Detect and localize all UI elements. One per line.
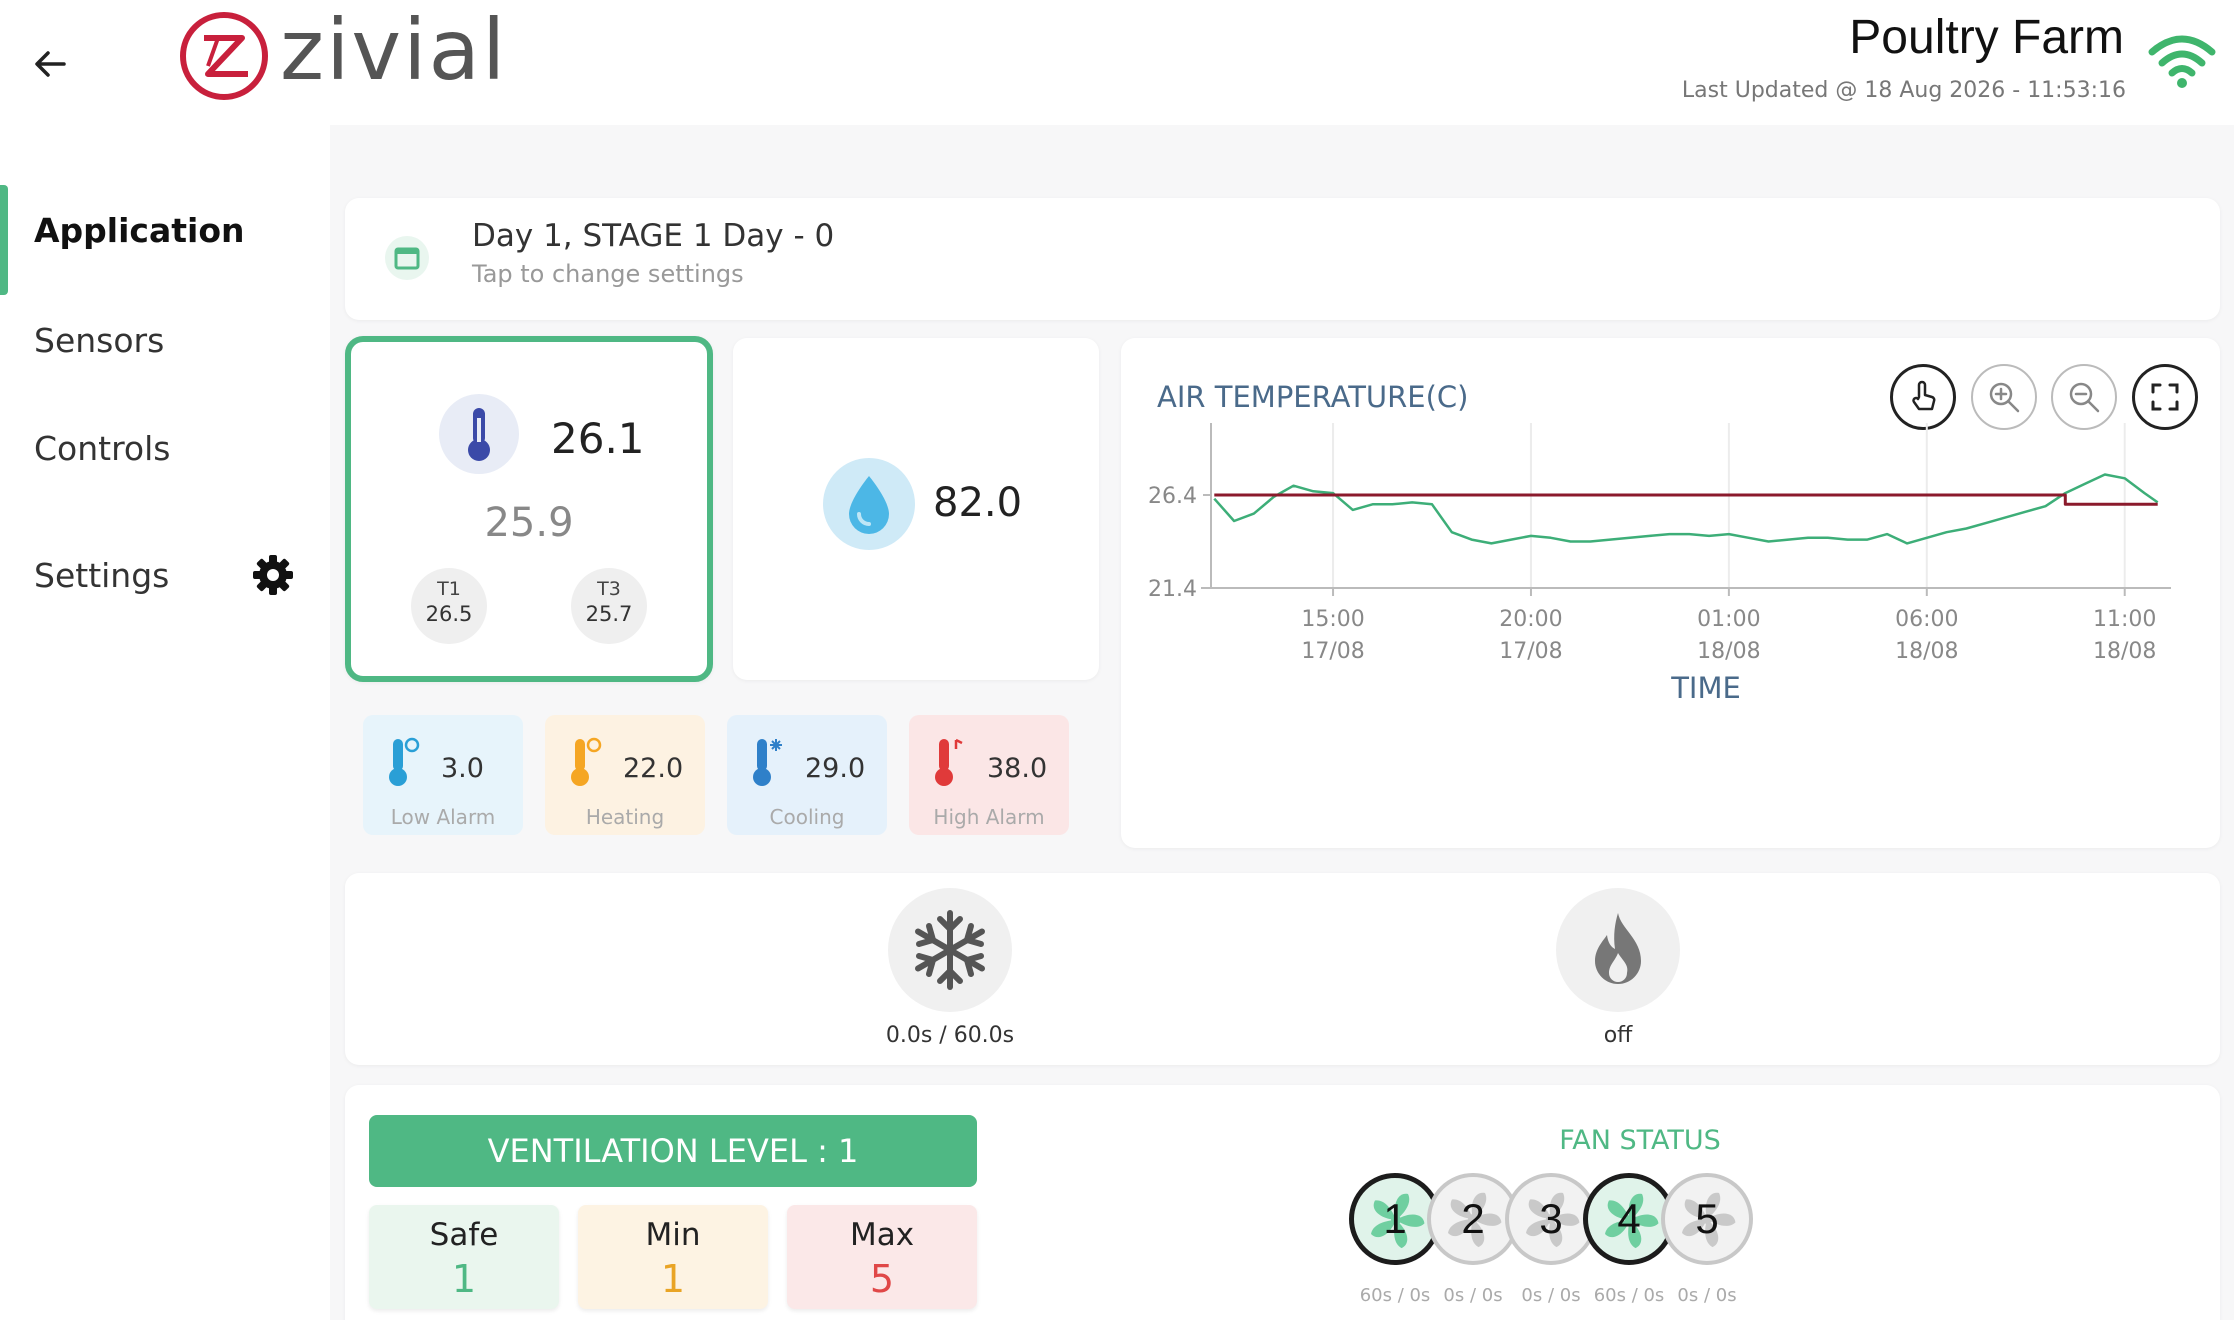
sidebar-item-controls[interactable]: Controls (0, 403, 330, 493)
air-temperature-chart: 15:00 17/08 20:00 17/08 01:00 18/08 06:00 18/08… (1148, 423, 2171, 705)
cooling-tile[interactable]: 29.0 Cooling (727, 715, 887, 835)
sidebar-item-application[interactable]: Application (0, 185, 330, 295)
sensor-label: T3 (597, 578, 621, 600)
sidebar-item-label: Sensors (34, 320, 165, 360)
x-tick-label-date: 18/08 (1697, 639, 1760, 664)
alarm-label: High Alarm (933, 805, 1045, 829)
fan-number: 2 (1461, 1195, 1485, 1242)
x-tick-label-time: 06:00 (1895, 607, 1958, 632)
x-tick-label-time: 11:00 (2093, 607, 2156, 632)
humidity-badge (823, 458, 915, 550)
last-updated-text: Last Updated @ 18 Aug 2026 - 11:53:16 (1681, 78, 2126, 103)
ventilation-min-box: Min 1 (578, 1205, 768, 1309)
gear-icon (253, 555, 293, 595)
thermometer-heat-icon (571, 737, 602, 786)
sidebar-item-sensors[interactable]: Sensors (0, 295, 330, 385)
app-header: zivial Poultry Farm Last Updated @ 18 Au… (0, 0, 2234, 125)
sidebar: Application Sensors Controls Settings (0, 125, 330, 1320)
y-tick-label: 21.4 (1148, 577, 1197, 602)
humidity-value: 82.0 (933, 480, 1023, 526)
wifi-icon (2148, 35, 2216, 88)
temperature-card[interactable]: 26.1 25.9 T1 26.5 T3 25.7 (345, 336, 713, 682)
ventilation-max-box: Max 5 (787, 1205, 977, 1309)
farm-name: Poultry Farm (1849, 11, 2124, 64)
x-tick-label-date: 18/08 (2093, 639, 2156, 664)
temperature-current: 26.1 (551, 414, 645, 463)
fan-status-title: FAN STATUS (1559, 1125, 1721, 1156)
snowflake-icon (915, 910, 985, 990)
sensor-value: 26.5 (425, 602, 473, 626)
x-tick-label-date: 17/08 (1499, 639, 1562, 664)
air-temperature-chart-card: AIR TEMPERATURE(C) 15:00 17/08 20:00 17/08 0… (1121, 338, 2220, 848)
arrow-left-icon (35, 51, 66, 77)
y-tick-label: 26.4 (1148, 484, 1197, 509)
alarm-value: 38.0 (987, 753, 1048, 784)
vent-level-label: Max (849, 1217, 915, 1253)
heating-status-label: off (1603, 1023, 1633, 1048)
flame-icon (1595, 913, 1641, 984)
brand-logo: zivial (152, 0, 547, 112)
cooling-device-button[interactable] (888, 888, 1012, 1012)
x-tick-label-time: 01:00 (1697, 607, 1760, 632)
alarm-label: Heating (585, 805, 665, 829)
humidity-card[interactable]: 82.0 (733, 338, 1099, 680)
stage-subtitle: Tap to change settings (472, 260, 744, 288)
sensor-chip-t1: T1 26.5 (411, 568, 487, 644)
fan-5-toggle[interactable]: 5 (1661, 1173, 1753, 1265)
cooling-timer-label: 0.0s / 60.0s (885, 1023, 1015, 1048)
x-tick-label-date: 17/08 (1301, 639, 1364, 664)
stage-settings-card[interactable]: Day 1, STAGE 1 Day - 0 Tap to change set… (345, 198, 2220, 320)
sensor-label: T1 (437, 578, 461, 600)
brand-wordmark: zivial (280, 1, 508, 99)
heating-cooling-card: 0.0s / 60.0s off (345, 873, 2220, 1065)
alarm-label: Cooling (769, 805, 845, 829)
heating-device-button[interactable] (1556, 888, 1680, 1012)
thermometer-badge (439, 394, 519, 474)
high-alarm-tile[interactable]: 38.0 High Alarm (909, 715, 1069, 835)
vent-level-value: 1 (660, 1257, 686, 1301)
alarm-value: 22.0 (623, 753, 684, 784)
ventilation-level-banner: VENTILATION LEVEL : 1 (369, 1115, 977, 1187)
sensor-value: 25.7 (585, 602, 633, 626)
x-tick-label-time: 15:00 (1301, 607, 1364, 632)
fan-number: 1 (1383, 1195, 1407, 1242)
series-line-setpoint (1214, 493, 2158, 506)
ventilation-card: VENTILATION LEVEL : 1 Safe 1 Min 1 Max 5… (345, 1085, 2220, 1320)
alarm-value: 3.0 (441, 753, 484, 784)
sidebar-item-label: Controls (34, 428, 171, 468)
sidebar-item-settings[interactable]: Settings (0, 530, 330, 620)
vent-level-value: 1 (451, 1257, 477, 1301)
thermometer-cool-icon (753, 739, 782, 786)
back-button[interactable] (22, 36, 78, 92)
ventilation-safe-box: Safe 1 (369, 1205, 559, 1309)
alarm-value: 29.0 (805, 753, 866, 784)
heating-tile[interactable]: 22.0 Heating (545, 715, 705, 835)
stage-title: Day 1, STAGE 1 Day - 0 (472, 218, 835, 254)
alarm-label: Low Alarm (390, 805, 496, 829)
temperature-average: 25.9 (484, 500, 574, 546)
sidebar-item-label: Settings (34, 555, 170, 595)
x-tick-label-date: 18/08 (1895, 639, 1958, 664)
sidebar-item-label: Application (34, 210, 245, 250)
fan-timer-label: 0s / 0s (1677, 1285, 1737, 1306)
thermometer-icon (468, 408, 490, 461)
alarm-thresholds: 3.0 Low Alarm 22.0 Heating 29.0 Cooling … (345, 705, 1099, 845)
fan-number: 5 (1695, 1195, 1719, 1242)
water-drop-icon (849, 476, 889, 534)
thermometer-high-icon (935, 738, 963, 786)
x-tick-label-time: 20:00 (1499, 607, 1562, 632)
vent-level-label: Safe (429, 1217, 499, 1253)
vent-level-label: Min (645, 1217, 701, 1253)
thermometer-low-icon (389, 737, 420, 786)
fan-number: 4 (1617, 1195, 1641, 1242)
vent-level-value: 5 (869, 1257, 895, 1301)
low-alarm-tile[interactable]: 3.0 Low Alarm (363, 715, 523, 835)
series-line-air-temperature (1213, 473, 2159, 545)
x-axis-label: TIME (1670, 671, 1741, 705)
sensor-chip-t3: T3 25.7 (571, 568, 647, 644)
calendar-icon (385, 236, 429, 280)
fan-number: 3 (1539, 1195, 1563, 1242)
zivial-logo-icon (180, 12, 268, 100)
